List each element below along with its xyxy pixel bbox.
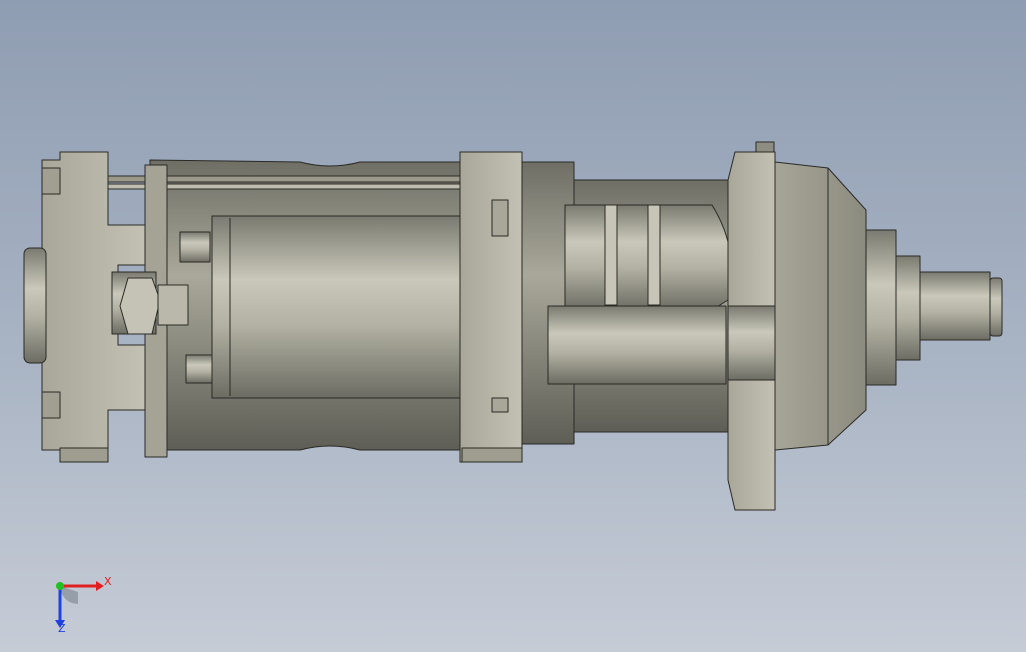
shaft-step <box>895 255 921 361</box>
orientation-triad: X Z <box>46 572 126 638</box>
x-axis-arrow <box>96 581 104 591</box>
center-bracket <box>459 151 523 463</box>
output-shaft <box>919 271 991 341</box>
z-axis-label: Z <box>58 622 66 635</box>
shaft-collar <box>865 229 897 386</box>
y-axis-dot <box>56 582 64 590</box>
rear-cap-bolt-bottom <box>41 391 61 419</box>
starter-motor-model[interactable] <box>0 0 1026 652</box>
terminal-stud-small-2 <box>185 354 213 384</box>
terminal-nut-large <box>119 277 161 335</box>
center-bracket-nut <box>491 199 509 237</box>
x-axis-label: X <box>104 575 112 588</box>
rear-foot <box>59 447 109 463</box>
center-foot <box>461 447 523 463</box>
pinion-slot-1 <box>604 204 618 306</box>
nose-cone <box>774 161 867 451</box>
rear-bearing-cap <box>23 247 47 364</box>
graphics-viewport[interactable]: X Z <box>0 0 1026 652</box>
flange-boss <box>727 305 777 381</box>
center-bracket-nut-2 <box>491 397 509 413</box>
rear-cap-bolt-top <box>41 167 61 195</box>
pinion-slot-2 <box>647 204 661 306</box>
shaft-tip <box>989 277 1003 337</box>
terminal-stud-small <box>179 231 211 263</box>
terminal-washer-large <box>157 284 189 326</box>
clutch-body <box>547 305 727 385</box>
